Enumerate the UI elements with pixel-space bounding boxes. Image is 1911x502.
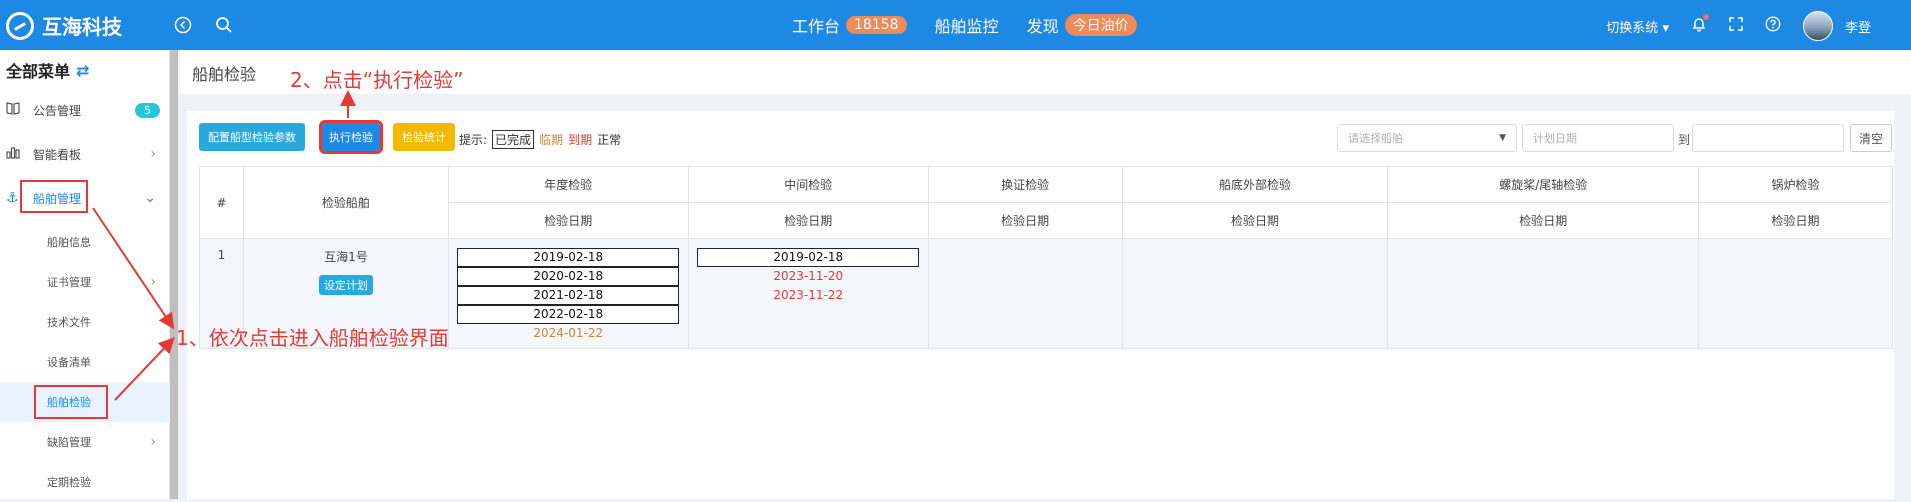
annotation-arrows bbox=[92, 90, 356, 401]
arrow-to-step1-from-menu bbox=[92, 207, 175, 330]
arrow-to-step1-from-inspection bbox=[114, 337, 175, 401]
